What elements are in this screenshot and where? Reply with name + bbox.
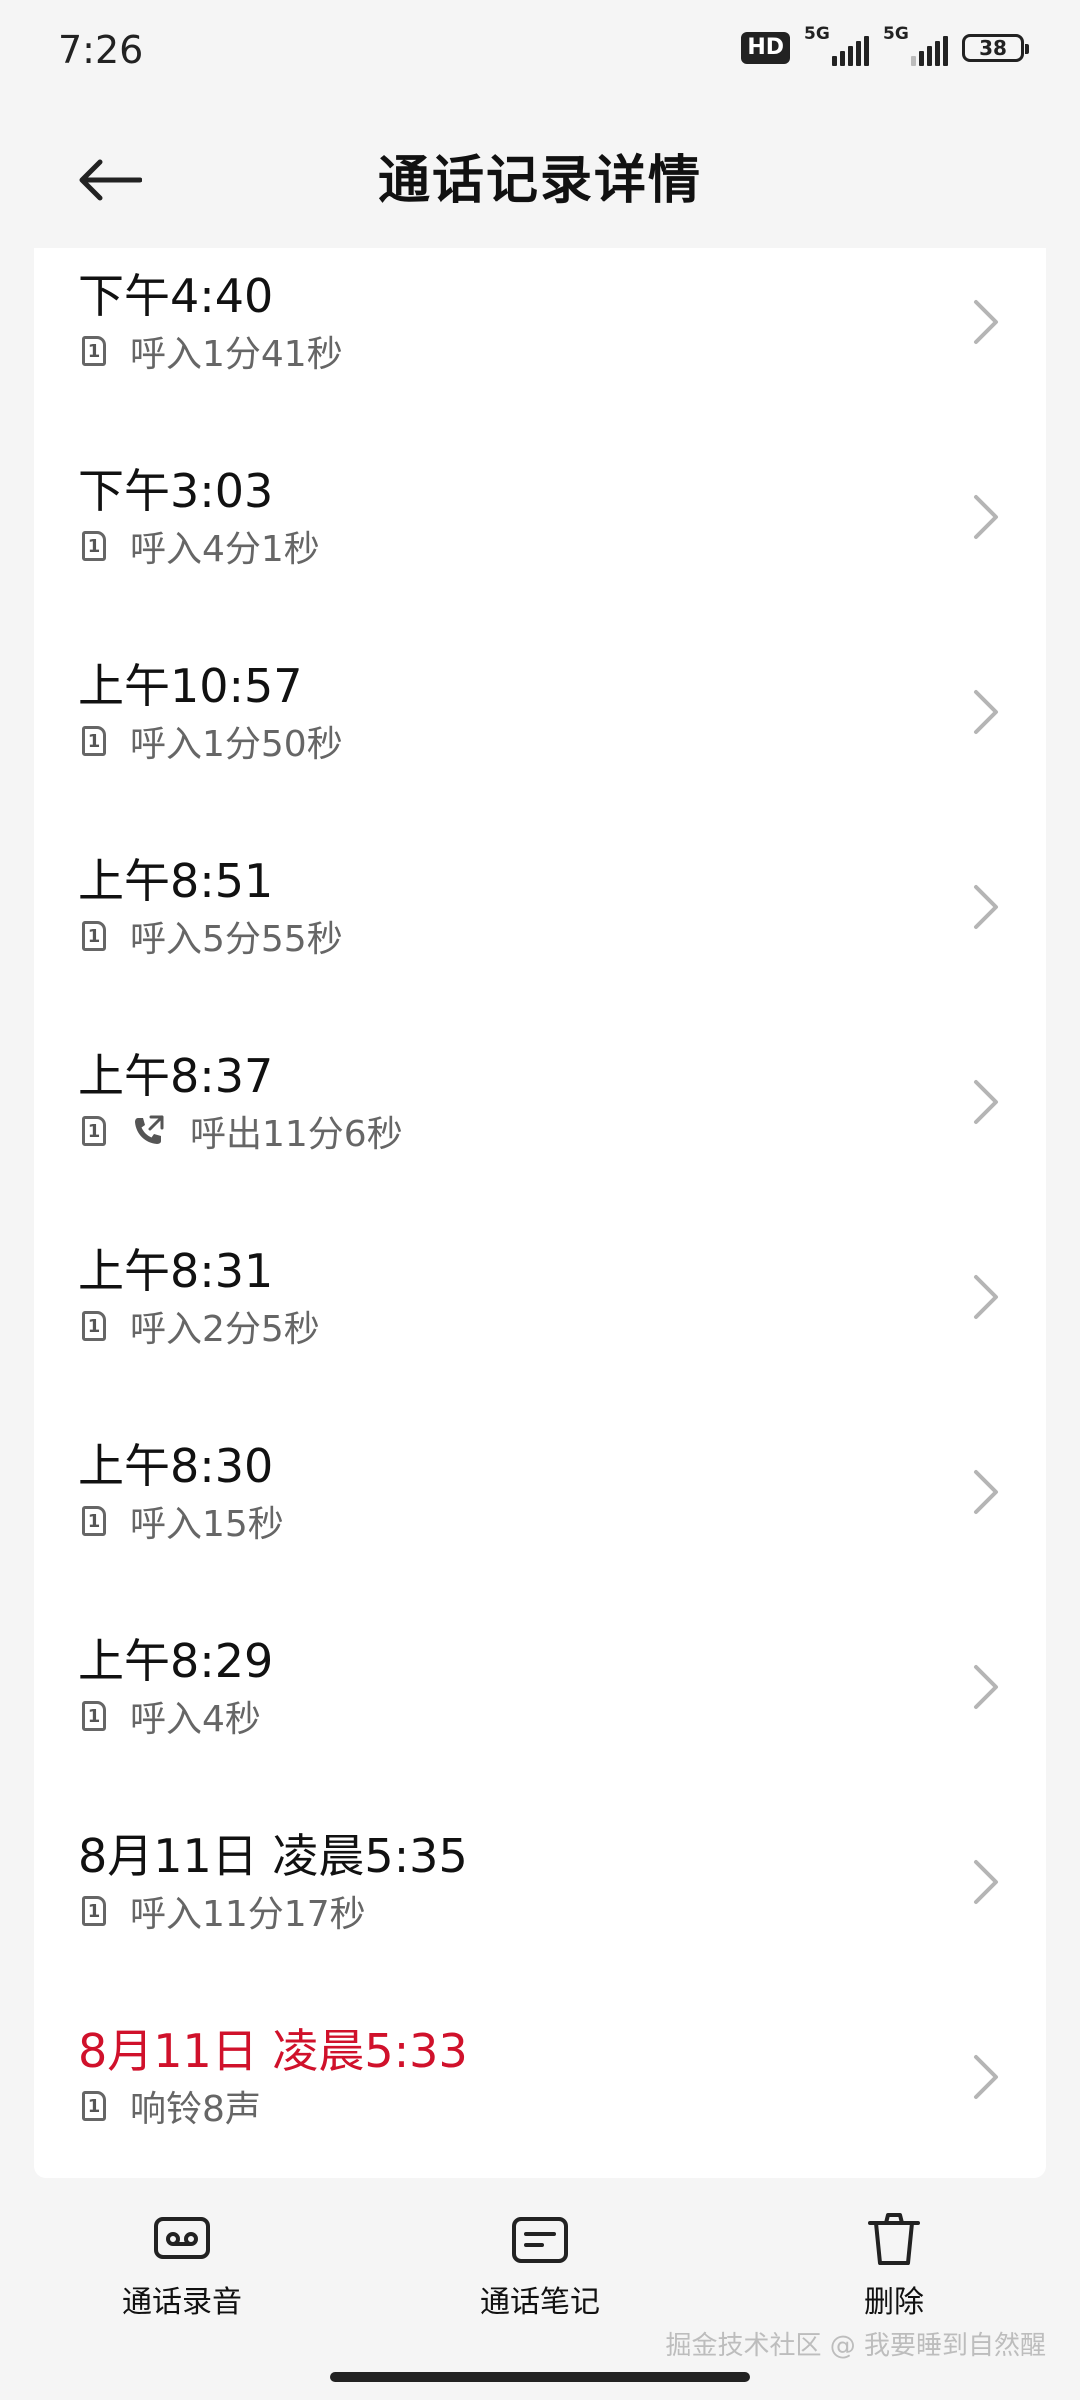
call-info: 呼入4分1秒 — [130, 529, 320, 570]
delete-label: 删除 — [864, 2285, 924, 2320]
call-record-item[interactable]: 上午8:37 1 呼出11分6秒 — [34, 1028, 1046, 1223]
battery-level: 38 — [979, 36, 1007, 60]
chevron-right-icon — [974, 1860, 998, 1904]
note-icon — [512, 2217, 568, 2263]
call-time: 下午4:40 — [78, 269, 274, 323]
recording-button[interactable]: 通话录音 — [72, 2209, 292, 2321]
recording-icon — [154, 2217, 210, 2259]
sim-card-icon: 1 — [82, 2091, 106, 2121]
trash-icon — [868, 2213, 920, 2265]
call-details: 1 呼入4分1秒 — [78, 523, 320, 570]
signal-bars-icon: 5G — [804, 24, 869, 66]
sim-card-icon: 1 — [82, 1311, 106, 1341]
call-details: 1 呼入4秒 — [78, 1693, 261, 1740]
call-details: 1 呼入15秒 — [78, 1498, 284, 1545]
chevron-right-icon — [974, 1470, 998, 1514]
watermark: 掘金技术社区 @ 我要睡到自然醒 — [665, 2331, 1046, 2361]
header: 通话记录详情 — [0, 110, 1080, 240]
call-time: 8月11日 凌晨5:33 — [78, 2024, 468, 2078]
sim-card-icon: 1 — [82, 531, 106, 561]
call-info: 呼入11分17秒 — [130, 1894, 366, 1935]
chevron-right-icon — [974, 1665, 998, 1709]
call-time: 上午8:51 — [78, 854, 274, 908]
recording-label: 通话录音 — [122, 2285, 242, 2320]
call-details: 1 呼出11分6秒 — [78, 1108, 403, 1155]
chevron-right-icon — [974, 495, 998, 539]
status-bar: 7:26 HD 5G 5G 38 — [0, 0, 1080, 110]
call-record-item[interactable]: 8月11日 凌晨5:35 1 呼入11分17秒 — [34, 1808, 1046, 2003]
call-record-item[interactable]: 上午8:31 1 呼入2分5秒 — [34, 1223, 1046, 1418]
call-record-item[interactable]: 上午8:30 1 呼入15秒 — [34, 1418, 1046, 1613]
call-record-item[interactable]: 上午8:29 1 呼入4秒 — [34, 1613, 1046, 1808]
call-time: 下午3:03 — [78, 464, 274, 518]
chevron-right-icon — [974, 2055, 998, 2099]
chevron-right-icon — [974, 300, 998, 344]
call-info: 呼入4秒 — [130, 1699, 261, 1740]
chevron-right-icon — [974, 690, 998, 734]
call-details: 1 呼入1分50秒 — [78, 718, 343, 765]
call-notes-button[interactable]: 通话笔记 — [430, 2209, 650, 2321]
battery-icon: 38 — [962, 34, 1029, 62]
call-info: 呼入5分55秒 — [130, 919, 343, 960]
call-time: 上午8:29 — [78, 1634, 274, 1688]
call-record-item[interactable]: 下午3:03 1 呼入4分1秒 — [34, 443, 1046, 638]
bottom-action-bar: 通话录音 通话笔记 删除 — [0, 2195, 1080, 2335]
call-time: 8月11日 凌晨5:35 — [78, 1829, 468, 1883]
sim-card-icon: 1 — [82, 1506, 106, 1536]
call-details: 1 呼入2分5秒 — [78, 1303, 320, 1350]
sim-card-icon: 1 — [82, 726, 106, 756]
call-time: 上午10:57 — [78, 659, 303, 713]
chevron-right-icon — [974, 885, 998, 929]
home-indicator[interactable] — [330, 2372, 750, 2382]
sim-card-icon: 1 — [82, 336, 106, 366]
call-time: 上午8:31 — [78, 1244, 274, 1298]
call-info: 呼出11分6秒 — [190, 1114, 403, 1155]
status-time: 7:26 — [58, 28, 144, 72]
hd-voice-icon: HD — [741, 32, 790, 64]
sim-card-icon: 1 — [82, 1116, 106, 1146]
call-time: 上午8:37 — [78, 1049, 274, 1103]
call-details: 1 响铃8声 — [78, 2083, 261, 2130]
call-record-item[interactable]: 上午8:51 1 呼入5分55秒 — [34, 833, 1046, 1028]
signal-bars-icon: 5G — [883, 24, 948, 66]
outgoing-call-icon — [135, 1115, 164, 1144]
call-record-item[interactable]: 上午10:57 1 呼入1分50秒 — [34, 638, 1046, 833]
delete-button[interactable]: 删除 — [784, 2209, 1004, 2321]
sim-card-icon: 1 — [82, 1896, 106, 1926]
call-list: 下午4:40 1 呼入1分41秒 下午3:03 1 呼入4分1秒 上午10:57… — [34, 248, 1046, 2178]
status-icons: HD 5G 5G 38 — [741, 24, 1029, 66]
sim-card-icon: 1 — [82, 921, 106, 951]
page-title: 通话记录详情 — [377, 151, 702, 211]
call-info: 呼入1分50秒 — [130, 724, 343, 765]
chevron-right-icon — [974, 1080, 998, 1124]
call-time: 上午8:30 — [78, 1439, 274, 1493]
call-details: 1 呼入1分41秒 — [78, 328, 343, 375]
call-record-item[interactable]: 8月11日 凌晨5:33 1 响铃8声 — [34, 2003, 1046, 2178]
call-record-item[interactable]: 下午4:40 1 呼入1分41秒 — [34, 248, 1046, 443]
sim-card-icon: 1 — [82, 1701, 106, 1731]
call-details: 1 呼入5分55秒 — [78, 913, 343, 960]
network-type-1: 5G — [804, 24, 830, 44]
call-notes-label: 通话笔记 — [480, 2285, 600, 2320]
chevron-right-icon — [974, 1275, 998, 1319]
call-details: 1 呼入11分17秒 — [78, 1888, 366, 1935]
network-type-2: 5G — [883, 24, 909, 44]
call-info: 响铃8声 — [130, 2089, 261, 2130]
call-info: 呼入1分41秒 — [130, 334, 343, 375]
call-info: 呼入15秒 — [130, 1504, 284, 1545]
call-info: 呼入2分5秒 — [130, 1309, 320, 1350]
